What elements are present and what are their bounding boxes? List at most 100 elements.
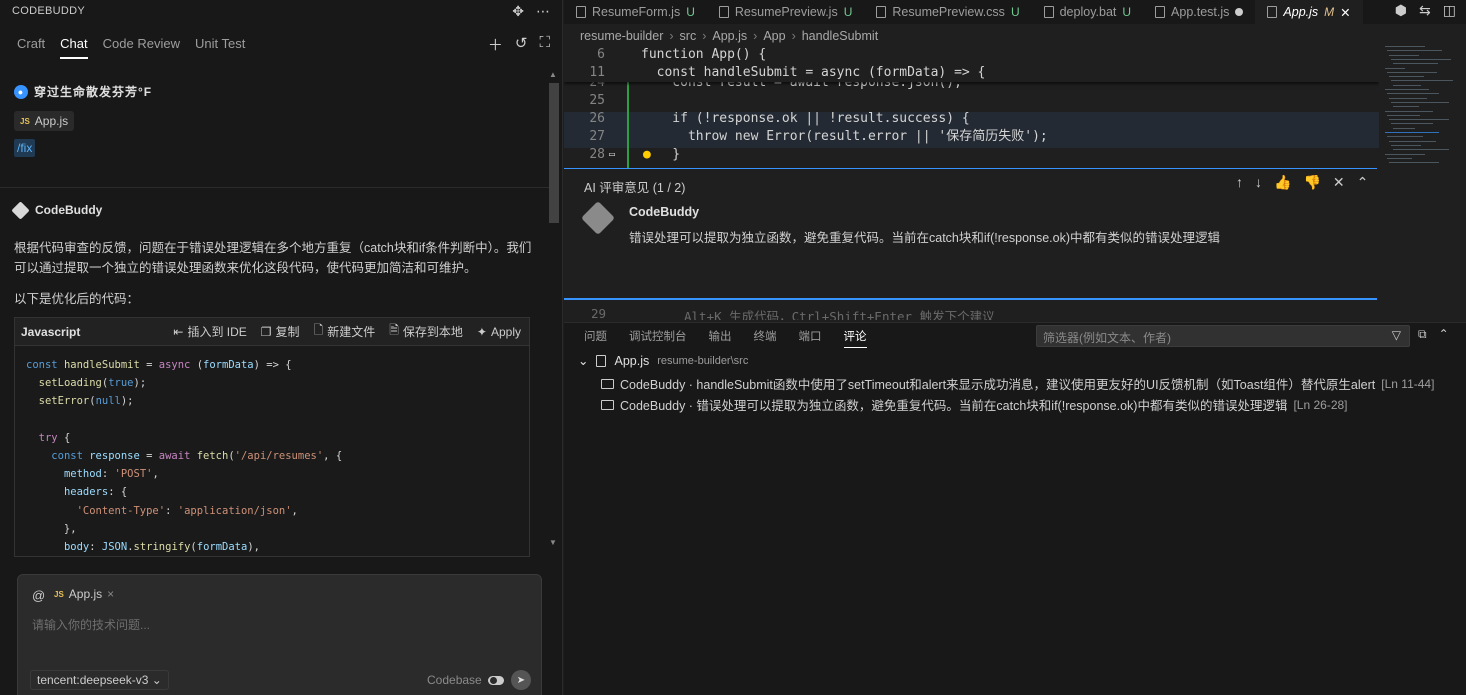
minimap-line — [1385, 110, 1433, 112]
arrow-down-icon[interactable]: ↓ — [1255, 174, 1262, 191]
review-author: CodeBuddy — [629, 205, 700, 219]
review-body: 错误处理可以提取为独立函数，避免重复代码。当前在catch块和if(!respo… — [629, 231, 1221, 245]
toggle-switch[interactable] — [487, 675, 504, 685]
bottom-panel: 问题 调试控制台 输出 终端 端口 评论 筛选器(例如文本、作者) ▽ ⧉ ⌃ … — [564, 322, 1466, 695]
sparkle-icon: ✦ — [476, 324, 487, 339]
codebuddy-logo-icon — [581, 201, 615, 235]
tab-unit-test[interactable]: Unit Test — [195, 36, 245, 59]
collapse-all-icon[interactable]: ⧉ — [1418, 327, 1427, 342]
tab-resumepreview-js[interactable]: ResumePreview.js U — [707, 0, 865, 24]
chat-input-box: @ JS App.js × 请输入你的技术问题... tencent:deeps… — [17, 574, 542, 695]
context-file-chip[interactable]: JS App.js × — [54, 587, 114, 601]
comment-file-node[interactable]: ⌄ App.js resume-builder\src — [578, 353, 748, 369]
tab-ports[interactable]: 端口 — [799, 328, 822, 348]
minimap-line — [1391, 144, 1421, 146]
thumbs-down-icon[interactable]: 👎 — [1303, 174, 1320, 191]
code-language: Javascript — [21, 324, 81, 339]
tab-resumepreview-css[interactable]: ResumePreview.css U — [864, 0, 1031, 24]
thumbs-up-icon[interactable]: 👍 — [1274, 174, 1291, 191]
codebase-toggle[interactable]: Codebase — [427, 673, 504, 687]
slash-command: /fix — [14, 139, 36, 157]
minimap-line — [1387, 50, 1442, 52]
minimap-line — [1393, 63, 1438, 65]
chevron-up-icon[interactable]: ⌃ — [1439, 327, 1449, 342]
minimap-line — [1385, 46, 1425, 47]
tab-deploy-bat[interactable]: deploy.bat U — [1032, 0, 1143, 24]
insert-to-ide-button[interactable]: ⇤ 插入到 IDE — [173, 321, 246, 342]
filter-icon[interactable]: ▽ — [1392, 328, 1401, 342]
minimap-line — [1391, 58, 1451, 60]
new-file-button[interactable]: 🗋 新建文件 — [314, 321, 376, 342]
copy-button[interactable]: ❐ 复制 — [261, 321, 300, 342]
tab-debug-console[interactable]: 调试控制台 — [629, 328, 687, 348]
tab-chat[interactable]: Chat — [60, 36, 88, 59]
scrollbar-thumb[interactable] — [549, 83, 559, 223]
scroll-up-icon[interactable]: ▲ — [549, 70, 557, 79]
chevron-up-icon[interactable]: ⌃ — [1357, 174, 1369, 191]
move-icon[interactable]: ✥ — [512, 3, 524, 20]
mention-button[interactable]: @ — [32, 588, 45, 603]
file-icon — [876, 6, 887, 18]
scroll-down-icon[interactable]: ▼ — [549, 538, 557, 547]
arrow-up-icon[interactable]: ↑ — [1236, 174, 1243, 191]
chat-input[interactable]: 请输入你的技术问题... — [32, 616, 150, 633]
minimap[interactable] — [1379, 46, 1453, 176]
send-icon: ➤ — [516, 674, 526, 686]
editor-scrollbar[interactable] — [1454, 46, 1464, 166]
tab-craft[interactable]: Craft — [17, 36, 45, 59]
file-icon — [576, 6, 586, 18]
save-local-button[interactable]: 🗎 保存到本地 — [389, 321, 463, 342]
remove-icon[interactable]: × — [107, 587, 114, 601]
minimap-line — [1385, 153, 1425, 155]
divider — [0, 187, 549, 188]
minimap-line — [1389, 54, 1419, 56]
file-chip[interactable]: JS App.js — [14, 111, 75, 131]
tab-app-js[interactable]: App.js M ✕ — [1255, 0, 1363, 24]
send-button[interactable]: ➤ — [511, 670, 531, 690]
user-message: ● 穿过生命散发芬芳°F — [14, 83, 152, 100]
file-icon — [1267, 6, 1278, 18]
split-editor-icon[interactable]: ◫ — [1443, 2, 1456, 19]
code-editor[interactable]: 6 function App() { 11 const handleSubmit … — [564, 46, 1379, 168]
new-chat-icon[interactable]: ＋ — [488, 34, 503, 55]
comment-icon — [601, 378, 614, 389]
review-header: AI 评审意见 (1 / 2) — [584, 181, 686, 195]
minimap-line — [1387, 157, 1412, 159]
codebuddy-panel: CODEBUDDY ✥ ⋯ Craft Chat Code Review Uni… — [0, 0, 563, 695]
minimap-line — [1393, 127, 1415, 129]
minimap-line — [1389, 97, 1427, 99]
history-icon[interactable]: ↺ — [515, 34, 528, 55]
apply-button[interactable]: ✦ Apply — [477, 321, 521, 342]
minimap-line — [1391, 123, 1433, 125]
bot-paragraph: 根据代码审查的反馈，问题在于错误处理逻辑在多个地方重复（catch块和if条件判… — [14, 241, 532, 275]
filter-input[interactable]: 筛选器(例如文本、作者) ▽ — [1036, 325, 1410, 347]
codebuddy-icon[interactable]: ⬢ — [1395, 2, 1407, 19]
model-select[interactable]: tencent:deepseek-v3 ⌄ — [30, 670, 169, 690]
comment-item[interactable]: CodeBuddy · 错误处理可以提取为独立函数，避免重复代码。当前在catc… — [601, 395, 1348, 414]
minimap-line — [1389, 140, 1436, 142]
tab-resumeform[interactable]: ResumeForm.js U — [564, 0, 707, 24]
copy-icon: ❐ — [260, 324, 272, 339]
tab-comments[interactable]: 评论 — [843, 328, 867, 348]
file-icon — [1043, 6, 1054, 18]
close-icon[interactable]: ✕ — [1333, 174, 1345, 191]
tab-code-review[interactable]: Code Review — [103, 36, 180, 59]
comment-icon[interactable]: ▭ — [609, 146, 615, 164]
tab-terminal[interactable]: 终端 — [754, 328, 777, 348]
sticky-scroll: 6 function App() { 11 const handleSubmit … — [564, 46, 1379, 82]
comment-item[interactable]: CodeBuddy · handleSubmit函数中使用了setTimeout… — [601, 374, 1434, 393]
tab-output[interactable]: 输出 — [709, 328, 732, 348]
comment-icon — [601, 399, 614, 410]
panel-title: CODEBUDDY — [12, 5, 85, 17]
close-icon[interactable]: ✕ — [1340, 5, 1350, 20]
tab-app-test[interactable]: App.test.js — [1143, 0, 1255, 24]
minimap-line — [1389, 119, 1449, 121]
expand-icon[interactable]: ⛶ — [539, 34, 550, 55]
chevron-down-icon: ⌄ — [578, 354, 589, 368]
compare-icon[interactable]: ⇆ — [1419, 2, 1431, 19]
file-icon — [718, 6, 729, 18]
more-icon[interactable]: ⋯ — [536, 3, 550, 20]
insert-icon: ⇤ — [173, 324, 184, 339]
tab-problems[interactable]: 问题 — [584, 328, 607, 348]
ghost-hint-line: 29 Alt+K 生成代码，Ctrl+Shift+Enter 触发下个建议 — [591, 306, 995, 320]
